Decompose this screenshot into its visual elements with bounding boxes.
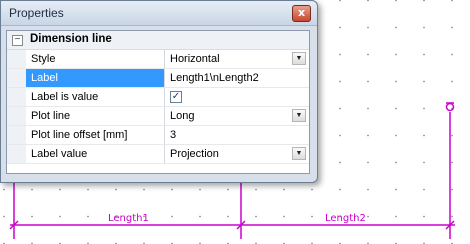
property-row-style[interactable]: Style Horizontal ▼ — [7, 50, 309, 69]
property-grid: − Dimension line Style Horizontal ▼ Labe… — [6, 30, 310, 174]
property-name: Label — [26, 69, 165, 87]
dimension-label-length1[interactable]: Length1 — [108, 213, 149, 224]
window-title: Properties — [9, 6, 64, 20]
property-name: Style — [26, 50, 165, 68]
plot-line-offset-input[interactable]: 3 — [166, 126, 309, 144]
dropdown-arrow-icon[interactable]: ▼ — [292, 147, 306, 160]
property-value: Projection — [170, 148, 219, 160]
property-name: Label is value — [26, 88, 165, 106]
close-icon: x — [297, 6, 306, 19]
property-row-plot-line[interactable]: Plot line Long ▼ — [7, 107, 309, 126]
plot-line-dropdown[interactable]: Long ▼ — [166, 107, 309, 125]
category-dimension-line[interactable]: − Dimension line — [7, 31, 309, 50]
properties-window: Properties x − Dimension line Style Hori… — [0, 0, 318, 183]
label-is-value-checkbox[interactable]: ✓ — [170, 91, 182, 103]
property-row-label-is-value[interactable]: Label is value ✓ — [7, 88, 309, 107]
dimension-label-length2[interactable]: Length2 — [325, 213, 366, 224]
collapse-icon[interactable]: − — [12, 35, 23, 46]
label-value-dropdown[interactable]: Projection ▼ — [166, 145, 309, 163]
properties-titlebar[interactable]: Properties x — [1, 1, 317, 26]
property-row-label-value[interactable]: Label value Projection ▼ — [7, 145, 309, 164]
property-row-plot-line-offset[interactable]: Plot line offset [mm] 3 — [7, 126, 309, 145]
property-row-label[interactable]: Label Length1\nLength2 — [7, 69, 309, 88]
property-value: 3 — [170, 129, 177, 141]
label-input[interactable]: Length1\nLength2 — [166, 69, 309, 87]
dropdown-arrow-icon[interactable]: ▼ — [292, 52, 306, 65]
property-name: Plot line offset [mm] — [26, 126, 165, 144]
property-name: Label value — [26, 145, 165, 163]
category-label: Dimension line — [30, 33, 112, 45]
close-button[interactable]: x — [292, 5, 311, 22]
end-point-marker — [445, 102, 455, 112]
style-dropdown[interactable]: Horizontal ▼ — [166, 50, 309, 68]
property-value: Length1\nLength2 — [170, 72, 259, 84]
property-name: Plot line — [26, 107, 165, 125]
property-value: Long — [170, 110, 195, 122]
dropdown-arrow-icon[interactable]: ▼ — [292, 109, 306, 122]
property-value: Horizontal — [170, 53, 220, 65]
